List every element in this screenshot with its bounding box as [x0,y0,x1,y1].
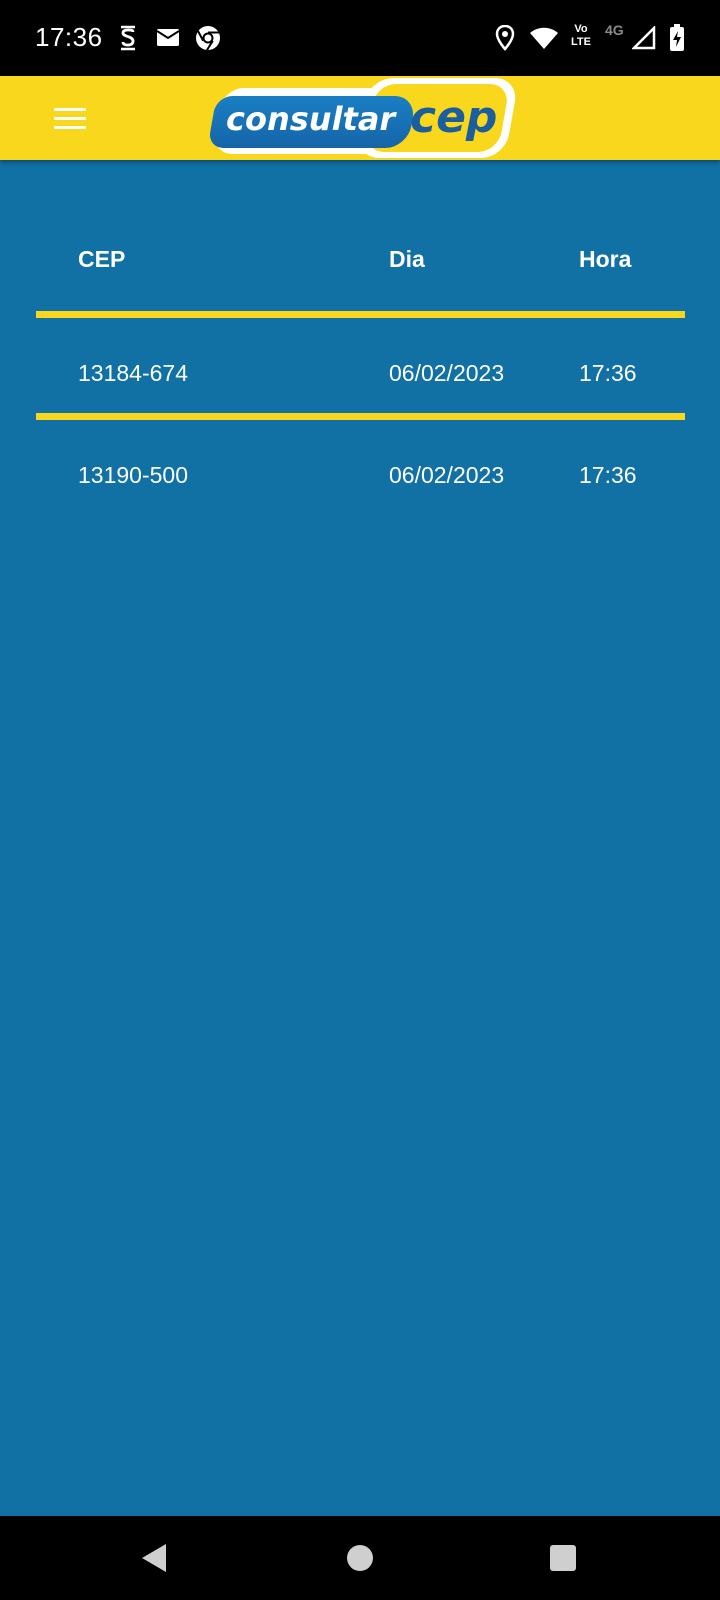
status-time: 17:36 [35,22,103,52]
navigation-bar [0,1516,720,1600]
row-cep: 13184-674 [78,360,188,386]
recent-apps-icon [550,1545,576,1571]
back-button[interactable] [114,1516,194,1600]
header-dia: Dia [389,246,425,272]
history-table: CEP Dia Hora 13184-674 06/02/2023 17:36 … [0,160,720,488]
logo-text-cep: cep [410,92,498,143]
table-row[interactable]: 13190-500 06/02/2023 17:36 [0,420,720,522]
home-icon [347,1545,373,1571]
menu-button[interactable] [40,92,100,144]
table-header-row: CEP Dia Hora [0,160,720,318]
network-type: 4G [605,22,624,38]
status-bar: 17:36 Vo LTE 4G [0,0,720,76]
recent-apps-button[interactable] [523,1516,603,1600]
menu-icon [54,102,86,135]
row-hora: 17:36 [579,360,637,386]
row-dia: 06/02/2023 [389,360,505,386]
row-hora: 17:36 [579,462,637,488]
home-button[interactable] [320,1516,400,1600]
battery-charging-icon [669,24,685,52]
mail-icon [156,28,180,48]
wifi-icon [529,26,559,50]
s-app-icon [116,24,140,52]
app-logo: consultar cep [207,78,520,158]
signal-icon [632,26,656,50]
table-row[interactable]: 13184-674 06/02/2023 17:36 [0,318,720,420]
logo-text-consultar: consultar [226,100,396,138]
header-hora: Hora [579,246,632,272]
row-divider [36,413,685,420]
chrome-icon [195,25,221,51]
row-dia: 06/02/2023 [389,462,505,488]
app-bar: consultar cep [0,76,720,160]
location-icon [495,25,515,51]
row-cep: 13190-500 [78,462,188,488]
back-icon [142,1544,166,1572]
screen: 17:36 Vo LTE 4G consultar cep CEP Dia Ho… [0,0,720,1600]
row-divider [36,311,685,318]
header-cep: CEP [78,246,126,272]
